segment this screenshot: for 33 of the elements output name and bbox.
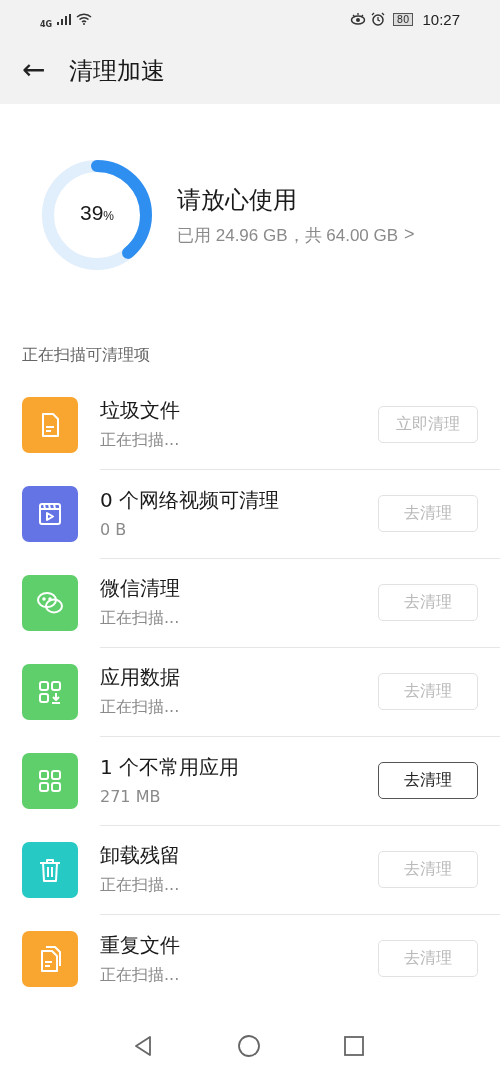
network-label: 4G [40,19,53,29]
recents-icon[interactable] [343,1035,365,1057]
back-nav-icon[interactable] [132,1035,154,1057]
item-title: 应用数据 [100,664,181,691]
home-icon[interactable] [236,1034,261,1058]
wifi-icon [76,13,93,25]
clock-time: 10:27 [422,10,460,28]
chevron-icon[interactable]: > [404,223,415,247]
percent-sign: % [103,209,114,223]
storage-usage: 已用 24.96 GB，共 64.00 GB [177,224,399,247]
item-title: 微信清理 [100,575,181,602]
usage-percent: 39 [80,201,104,225]
item-status: 正在扫描... [100,430,181,451]
item-status: 正在扫描... [100,608,181,629]
signal-icon [57,13,72,25]
item-title: 垃圾文件 [100,397,181,424]
eye-icon [349,13,366,25]
battery-level: 80 [392,12,414,26]
storage-status: 请放心使用 [177,184,298,216]
item-status: 正在扫描... [100,875,181,896]
clean-button[interactable]: 去清理 [378,761,478,799]
item-title: 卸载残留 [100,842,181,869]
item-status: 正在扫描... [100,697,181,718]
alarm-icon [370,12,385,26]
page-title: 清理加速 [69,56,166,87]
item-title: 0 个网络视频可清理 [100,487,281,514]
item-title: 1 个不常用应用 [100,754,241,781]
item-title: 重复文件 [100,931,181,959]
item-status: 0 B [100,520,128,539]
back-button[interactable]: ← [0,52,70,90]
item-status: 正在扫描... [100,964,181,986]
section-label: 正在扫描可清理项 [21,344,151,366]
item-status: 271 MB [100,787,162,806]
